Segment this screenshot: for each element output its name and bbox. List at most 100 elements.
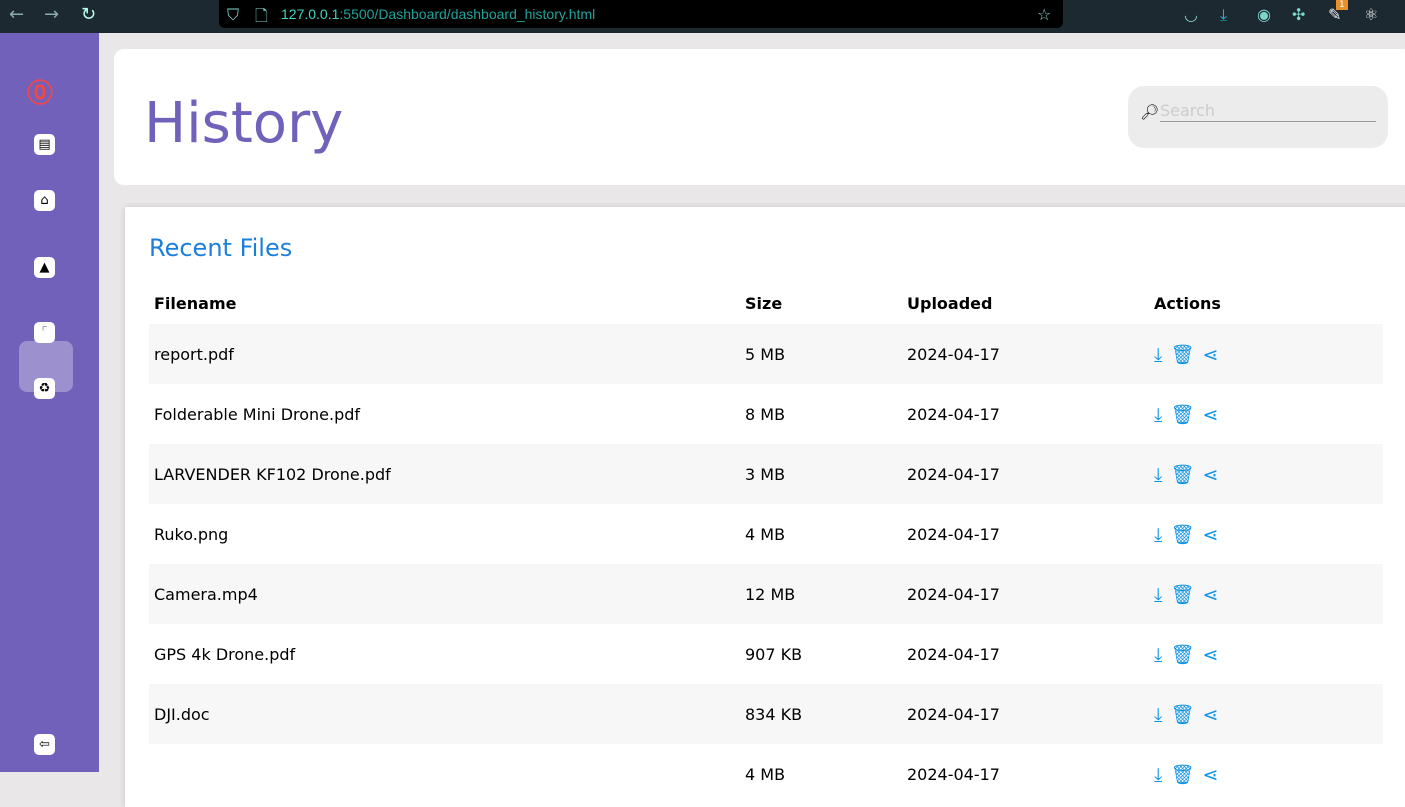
delete-icon[interactable]: 🗑︎: [1170, 344, 1194, 366]
download-icon[interactable]: ⤓: [1154, 404, 1162, 426]
download-icon[interactable]: ⤓: [1154, 464, 1162, 486]
filename: report.pdf: [149, 324, 740, 384]
filename: Folderable Mini Drone.pdf: [154, 404, 361, 424]
logo-icon: ⓪: [27, 79, 54, 109]
pocket-icon[interactable]: ◡: [1184, 5, 1198, 24]
file-size: 8 MB: [745, 404, 786, 424]
table-row: Folderable Mini Drone.pdf 8 MB 2024-04-1…: [149, 384, 1383, 444]
download-icon[interactable]: ⤓: [1154, 644, 1162, 666]
delete-icon[interactable]: 🗑︎: [1170, 584, 1194, 606]
upload-date: 2024-04-17: [907, 524, 1000, 544]
sidebar: ⓪ ▤ ⌂ ▲ ⌜ ♻ ⇦: [0, 33, 99, 772]
extension-badge: 1: [1336, 0, 1348, 10]
delete-icon[interactable]: 🗑︎: [1170, 524, 1194, 546]
page-title: History: [144, 91, 344, 156]
drive-icon[interactable]: ▲: [34, 257, 55, 278]
share-icon[interactable]: ⋖: [1203, 584, 1219, 606]
download-icon[interactable]: ⤓: [1154, 524, 1162, 546]
delete-icon[interactable]: 🗑︎: [1170, 764, 1194, 786]
share-icon[interactable]: ⋖: [1203, 344, 1219, 366]
download-icon[interactable]: ⤓: [1154, 584, 1162, 606]
actions: ⤓ 🗑︎ ⋖: [1149, 324, 1383, 384]
file-size: 12 MB: [740, 564, 902, 624]
download-icon[interactable]: ⤓: [1154, 764, 1162, 786]
url-host: 127.0.0.1: [281, 6, 340, 22]
recycle-bin-icon[interactable]: ♻: [34, 378, 55, 399]
col-actions: Actions: [1154, 294, 1221, 313]
actions: ⤓ 🗑︎ ⋖: [1149, 624, 1383, 684]
bookmark-star-icon[interactable]: ☆: [1037, 5, 1051, 24]
share-icon[interactable]: ⋖: [1203, 464, 1219, 486]
filename: Ruko.png: [154, 524, 229, 544]
filename: GPS 4k Drone.pdf: [154, 644, 296, 664]
download-icon[interactable]: ⤓: [1154, 704, 1162, 726]
account-icon[interactable]: ◉: [1257, 5, 1271, 24]
download-icon[interactable]: ⤓: [1220, 5, 1227, 25]
upload-date: 2024-04-17: [902, 564, 1149, 624]
upload-date: 2024-04-17: [907, 644, 1000, 664]
reload-icon[interactable]: ↻: [81, 4, 96, 25]
file-size: 907 KB: [745, 644, 803, 664]
table-row: 4 MB 2024-04-17 ⤓ 🗑︎ ⋖: [149, 744, 1383, 804]
filename: [149, 744, 740, 804]
url-bar[interactable]: ⛉ 🗋 127.0.0.1:5500/Dashboard/dashboard_h…: [219, 0, 1063, 28]
upload-date: 2024-04-17: [907, 404, 1000, 424]
filename: DJI.doc: [149, 684, 740, 744]
file-size: 834 KB: [740, 684, 902, 744]
upload-date: 2024-04-17: [902, 444, 1149, 504]
actions: ⤓ 🗑︎ ⋖: [1149, 504, 1383, 564]
forward-icon[interactable]: →: [44, 4, 59, 25]
share-icon[interactable]: ⋖: [1203, 764, 1219, 786]
home-icon[interactable]: ⌂: [34, 190, 55, 211]
actions: ⤓ 🗑︎ ⋖: [1149, 564, 1383, 624]
actions: ⤓ 🗑︎ ⋖: [1149, 684, 1383, 744]
shield-icon: ⛉: [227, 5, 240, 24]
delete-icon[interactable]: 🗑︎: [1170, 404, 1194, 426]
share-icon[interactable]: ⋖: [1203, 404, 1219, 426]
table-row: report.pdf 5 MB 2024-04-17 ⤓ 🗑︎ ⋖: [149, 324, 1383, 384]
recent-files-title: Recent Files: [149, 234, 293, 262]
filename: LARVENDER KF102 Drone.pdf: [149, 444, 740, 504]
back-icon[interactable]: ←: [9, 4, 24, 25]
actions: ⤓ 🗑︎ ⋖: [1149, 744, 1383, 804]
table-row: GPS 4k Drone.pdf 907 KB 2024-04-17 ⤓ 🗑︎ ⋖: [149, 624, 1383, 684]
file-size: 3 MB: [740, 444, 902, 504]
share-icon[interactable]: ⋖: [1203, 644, 1219, 666]
col-uploaded: Uploaded: [907, 294, 993, 313]
search-input[interactable]: [1160, 100, 1376, 122]
download-icon[interactable]: ⤓: [1154, 344, 1162, 366]
upload-date: 2024-04-17: [902, 324, 1149, 384]
col-filename: Filename: [154, 294, 237, 313]
page-header: History 🔎︎: [114, 49, 1405, 185]
logout-icon[interactable]: ⇦: [34, 734, 55, 755]
table-row: LARVENDER KF102 Drone.pdf 3 MB 2024-04-1…: [149, 444, 1383, 504]
col-size: Size: [745, 294, 783, 313]
actions: ⤓ 🗑︎ ⋖: [1149, 444, 1383, 504]
monitor-icon[interactable]: ▤: [34, 134, 55, 155]
share-icon[interactable]: ⋖: [1203, 524, 1219, 546]
file-size: 4 MB: [745, 764, 786, 784]
files-table: Filename Size Uploaded Actions report.pd…: [149, 283, 1383, 804]
table-row: DJI.doc 834 KB 2024-04-17 ⤓ 🗑︎ ⋖: [149, 684, 1383, 744]
actions: ⤓ 🗑︎ ⋖: [1149, 384, 1383, 444]
table-row: Camera.mp4 12 MB 2024-04-17 ⤓ 🗑︎ ⋖: [149, 564, 1383, 624]
search-box: 🔎︎: [1128, 86, 1388, 148]
search-icon: 🔎︎: [1140, 103, 1160, 121]
url-path: :5500/Dashboard/dashboard_history.html: [339, 6, 596, 22]
file-size: 5 MB: [740, 324, 902, 384]
share-icon[interactable]: ⋖: [1203, 704, 1219, 726]
history-icon[interactable]: ⌜: [34, 322, 55, 343]
upload-date: 2024-04-17: [907, 764, 1000, 784]
delete-icon[interactable]: 🗑︎: [1170, 644, 1194, 666]
file-size: 4 MB: [745, 524, 786, 544]
table-row: Ruko.png 4 MB 2024-04-17 ⤓ 🗑︎ ⋖: [149, 504, 1383, 564]
filename: Camera.mp4: [149, 564, 740, 624]
recent-files-card: Recent Files Filename Size Uploaded Acti…: [125, 207, 1405, 807]
delete-icon[interactable]: 🗑︎: [1170, 704, 1194, 726]
page-icon: 🗋: [255, 6, 268, 25]
react-devtools-icon[interactable]: ⚛: [1364, 5, 1378, 24]
browser-toolbar: ← → ↻ ⛉ 🗋 127.0.0.1:5500/Dashboard/dashb…: [0, 0, 1405, 33]
extensions-icon[interactable]: ✣: [1292, 5, 1305, 24]
upload-date: 2024-04-17: [902, 684, 1149, 744]
delete-icon[interactable]: 🗑︎: [1170, 464, 1194, 486]
